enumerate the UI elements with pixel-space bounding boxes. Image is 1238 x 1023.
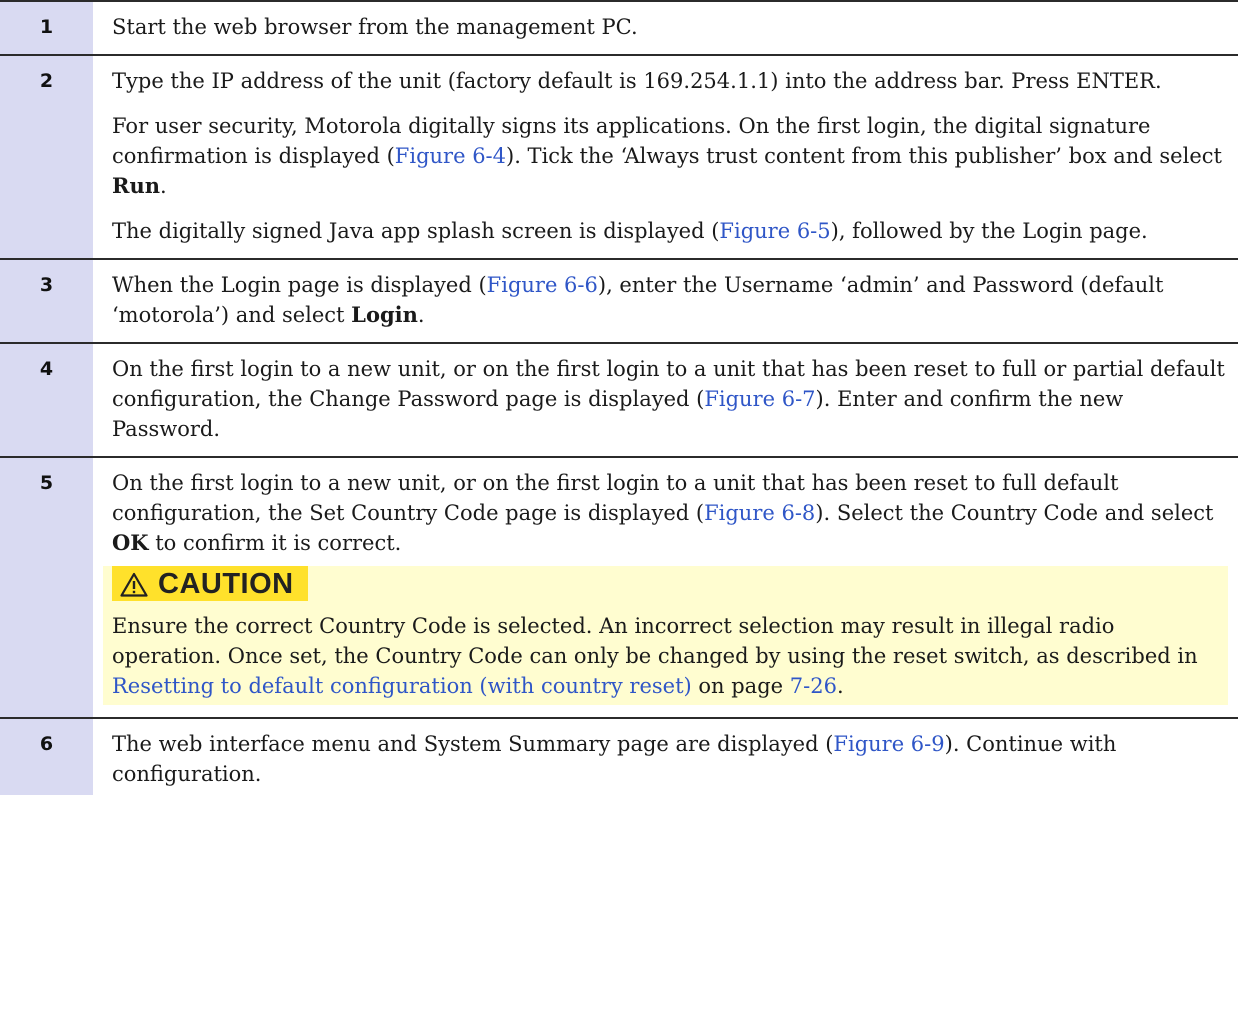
- step-content: The web interface menu and System Summar…: [93, 719, 1238, 795]
- step-number: 3: [0, 260, 93, 342]
- step-number: 5: [0, 458, 93, 717]
- step-number: 1: [0, 2, 93, 54]
- step-paragraph: For user security, Motorola digitally si…: [112, 111, 1228, 201]
- step-number: 6: [0, 718, 93, 795]
- step-paragraph: On the first login to a new unit, or on …: [112, 468, 1228, 558]
- figure-link[interactable]: Figure 6-9: [833, 732, 944, 756]
- text: .: [417, 303, 425, 327]
- text: When the Login page is displayed (: [112, 273, 487, 297]
- text: ), followed by the Login page.: [830, 219, 1148, 243]
- step-row-6: 6 The web interface menu and System Summ…: [0, 718, 1238, 795]
- figure-link[interactable]: Figure 6-8: [704, 501, 815, 525]
- figure-link[interactable]: Figure 6-4: [395, 144, 506, 168]
- step-paragraph: On the first login to a new unit, or on …: [112, 354, 1228, 444]
- step-row-5: 5 On the first login to a new unit, or o…: [0, 458, 1238, 719]
- caution-box: CAUTION Ensure the correct Country Code …: [103, 566, 1228, 705]
- figure-link[interactable]: Figure 6-7: [704, 387, 815, 411]
- caution-label-text: CAUTION: [158, 568, 294, 600]
- text: Ensure the correct Country Code is selec…: [112, 613, 1198, 668]
- step-number: 4: [0, 344, 93, 456]
- step-row-3: 3 When the Login page is displayed (Figu…: [0, 260, 1238, 344]
- step-content: When the Login page is displayed (Figure…: [93, 260, 1238, 342]
- text: The web interface menu and System Summar…: [112, 731, 834, 756]
- step-content: Type the IP address of the unit (factory…: [93, 56, 1238, 258]
- text: .: [836, 673, 844, 698]
- caution-text: Ensure the correct Country Code is selec…: [112, 605, 1228, 701]
- procedure-table: 1 Start the web browser from the managem…: [0, 0, 1238, 795]
- bold-text: Run: [112, 173, 160, 198]
- step-paragraph: The digitally signed Java app splash scr…: [112, 216, 1228, 246]
- page-link[interactable]: 7-26: [790, 674, 837, 698]
- section-link[interactable]: Resetting to default configuration (with…: [112, 674, 692, 698]
- step-row-4: 4 On the first login to a new unit, or o…: [0, 344, 1238, 458]
- bold-text: Login: [351, 302, 418, 327]
- caution-label: CAUTION: [112, 566, 308, 601]
- text: The digitally signed Java app splash scr…: [112, 219, 720, 243]
- step-content: Start the web browser from the managemen…: [93, 2, 1238, 54]
- figure-link[interactable]: Figure 6-6: [487, 273, 598, 297]
- step-paragraph: Start the web browser from the managemen…: [112, 15, 638, 39]
- text: on page: [691, 673, 790, 698]
- warning-icon: [120, 572, 148, 597]
- step-paragraph: When the Login page is displayed (Figure…: [112, 270, 1228, 330]
- step-row-2: 2 Type the IP address of the unit (facto…: [0, 56, 1238, 260]
- figure-link[interactable]: Figure 6-5: [719, 219, 830, 243]
- text: ). Tick the ‘Always trust content from t…: [506, 144, 1222, 168]
- step-number: 2: [0, 56, 93, 258]
- step-content: On the first login to a new unit, or on …: [93, 344, 1238, 456]
- text: ). Select the Country Code and select: [815, 501, 1214, 525]
- step-content: On the first login to a new unit, or on …: [93, 458, 1238, 717]
- bold-text: OK: [112, 530, 149, 555]
- step-paragraph: The web interface menu and System Summar…: [112, 729, 1228, 789]
- text: to confirm it is correct.: [148, 531, 402, 555]
- text: .: [160, 174, 167, 198]
- step-row-1: 1 Start the web browser from the managem…: [0, 2, 1238, 56]
- step-paragraph: Type the IP address of the unit (factory…: [112, 69, 1162, 93]
